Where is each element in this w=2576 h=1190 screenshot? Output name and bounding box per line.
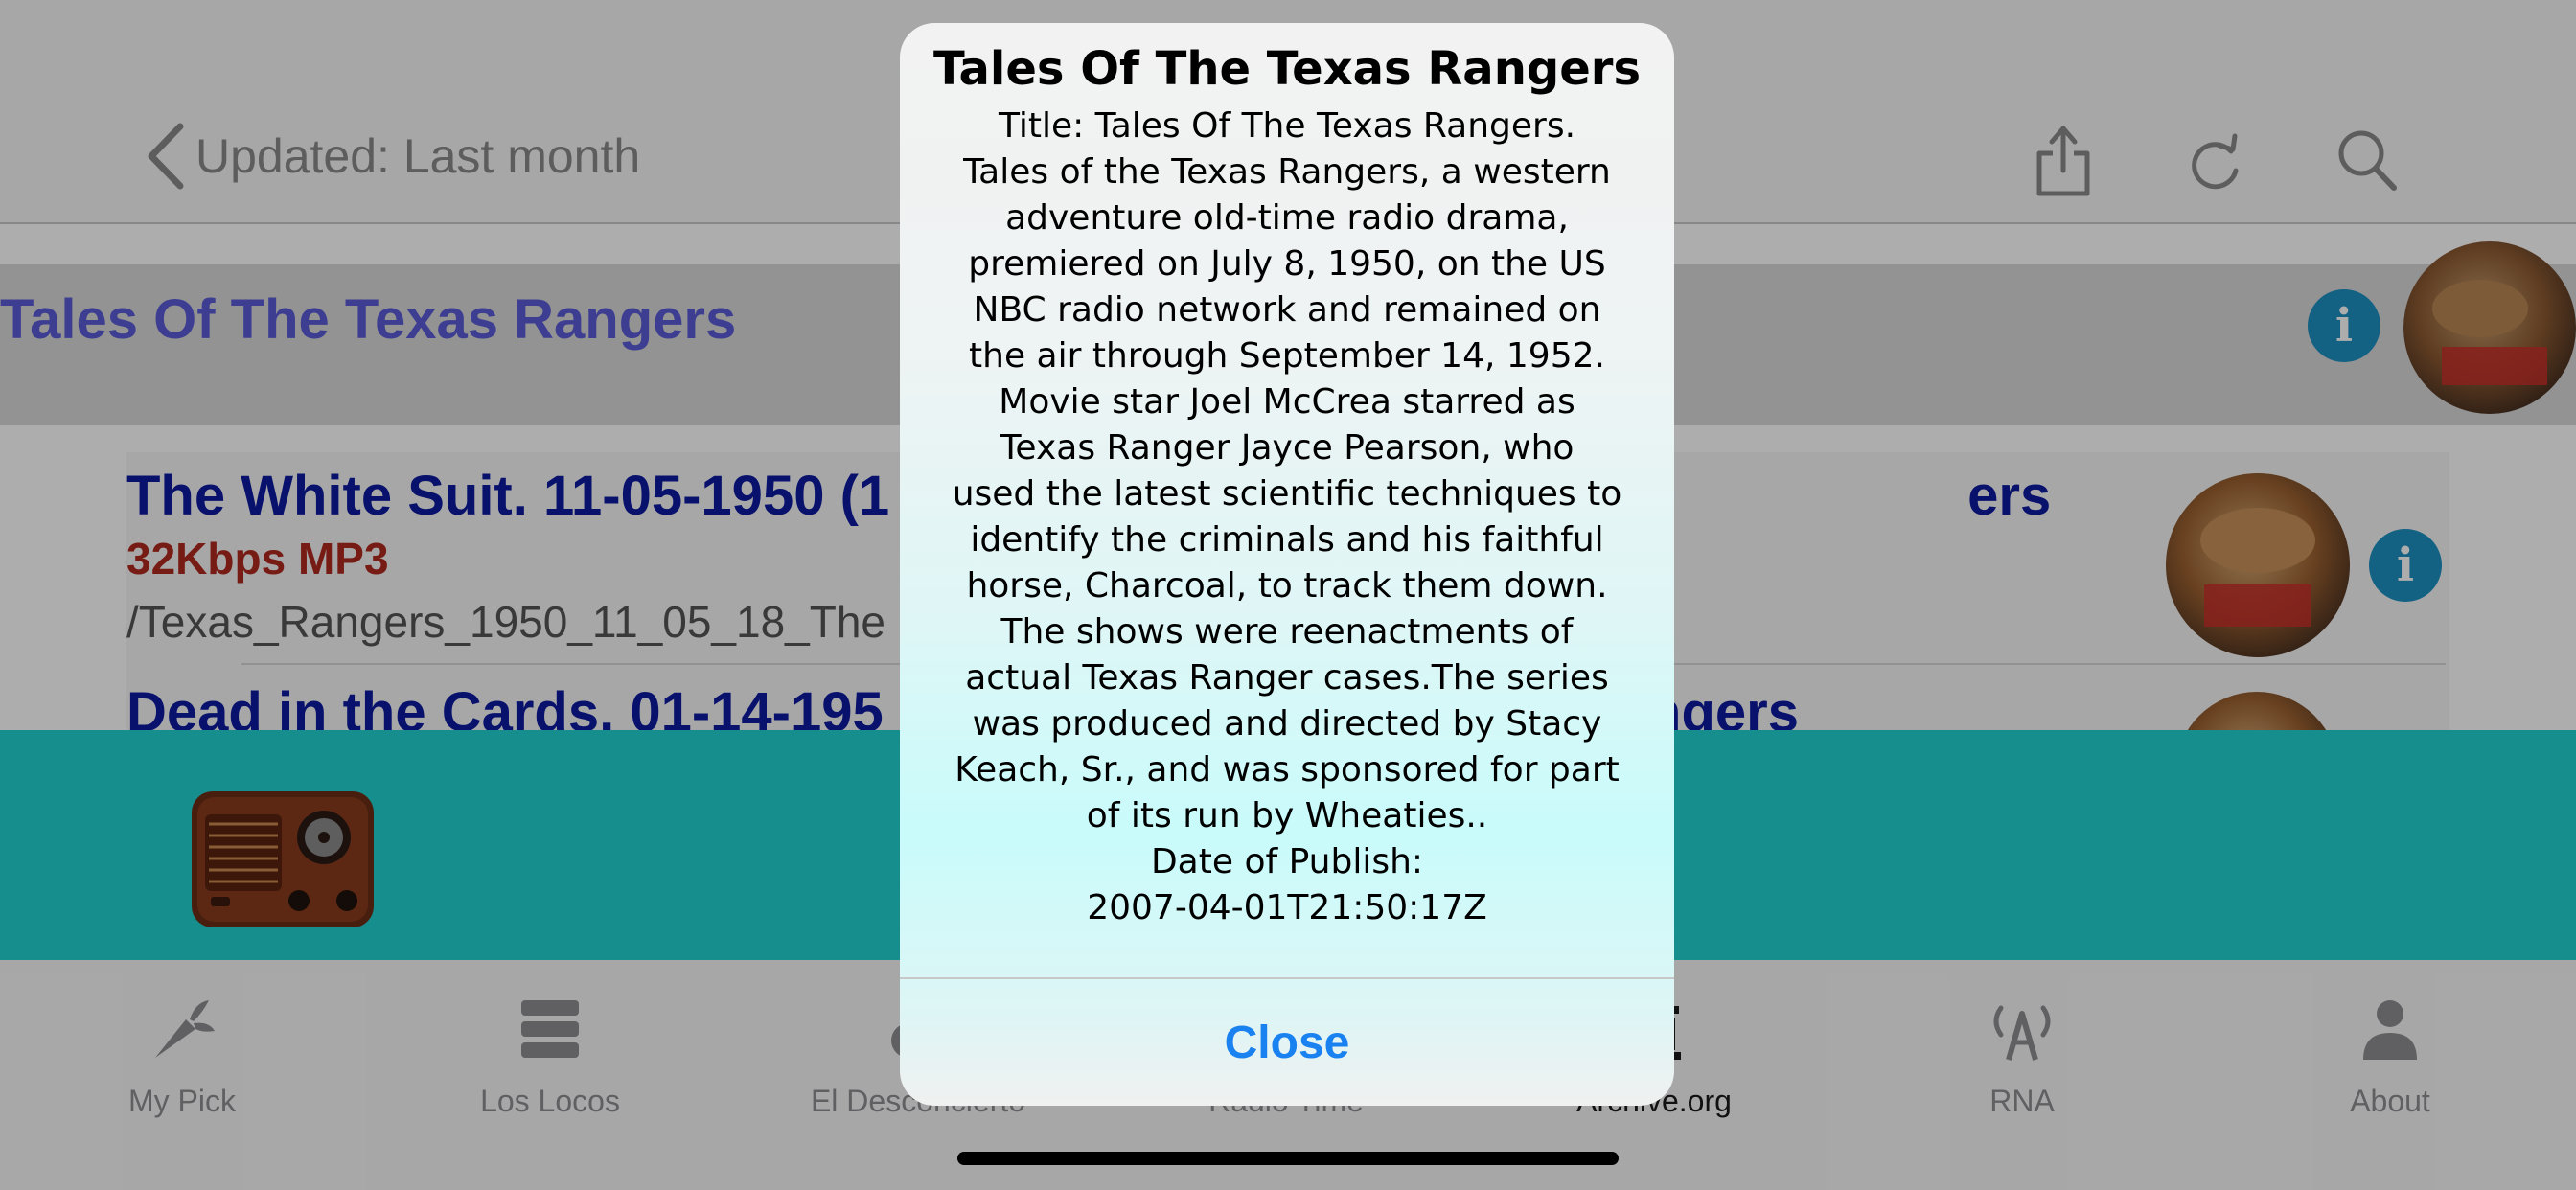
- alert-message-line: 2007-04-01T21:50:17Z: [1087, 888, 1487, 927]
- alert-message-line: Texas Ranger Jayce Pearson, who: [1000, 428, 1575, 468]
- alert-message-line: Keach, Sr., and was sponsored for part: [954, 750, 1620, 790]
- alert-message-line: Title: Tales Of The Texas Rangers.: [998, 106, 1576, 146]
- alert-message-line: NBC radio network and remained on: [973, 290, 1601, 330]
- alert-message-line: The shows were reenactments of: [1000, 612, 1574, 652]
- alert-message-line: Movie star Joel McCrea starred as: [999, 382, 1576, 422]
- alert-message-line: Date of Publish:: [1150, 842, 1424, 881]
- alert-message: Title: Tales Of The Texas Rangers. Tales…: [938, 103, 1636, 931]
- alert-message-line: identify the criminals and his faithful: [970, 520, 1604, 560]
- alert-message-line: was produced and directed by Stacy: [972, 704, 1602, 744]
- alert-message-line: premiered on July 8, 1950, on the US: [968, 244, 1606, 284]
- alert-message-line: used the latest scientific techniques to: [952, 474, 1622, 514]
- alert-message-line: actual Texas Ranger cases.The series: [965, 658, 1609, 698]
- home-indicator[interactable]: [957, 1152, 1619, 1165]
- alert-message-line: adventure old-time radio drama,: [1005, 198, 1569, 238]
- alert-title: Tales Of The Texas Rangers: [932, 42, 1642, 96]
- close-button[interactable]: Close: [900, 979, 1674, 1106]
- alert-message-line: Tales of the Texas Rangers, a western: [963, 152, 1611, 192]
- alert-message-line: of its run by Wheaties..: [1086, 796, 1488, 835]
- info-alert-dialog: Tales Of The Texas Rangers Title: Tales …: [900, 23, 1674, 1106]
- alert-message-line: horse, Charcoal, to track them down.: [966, 566, 1608, 606]
- alert-message-line: the air through September 14, 1952.: [969, 336, 1605, 376]
